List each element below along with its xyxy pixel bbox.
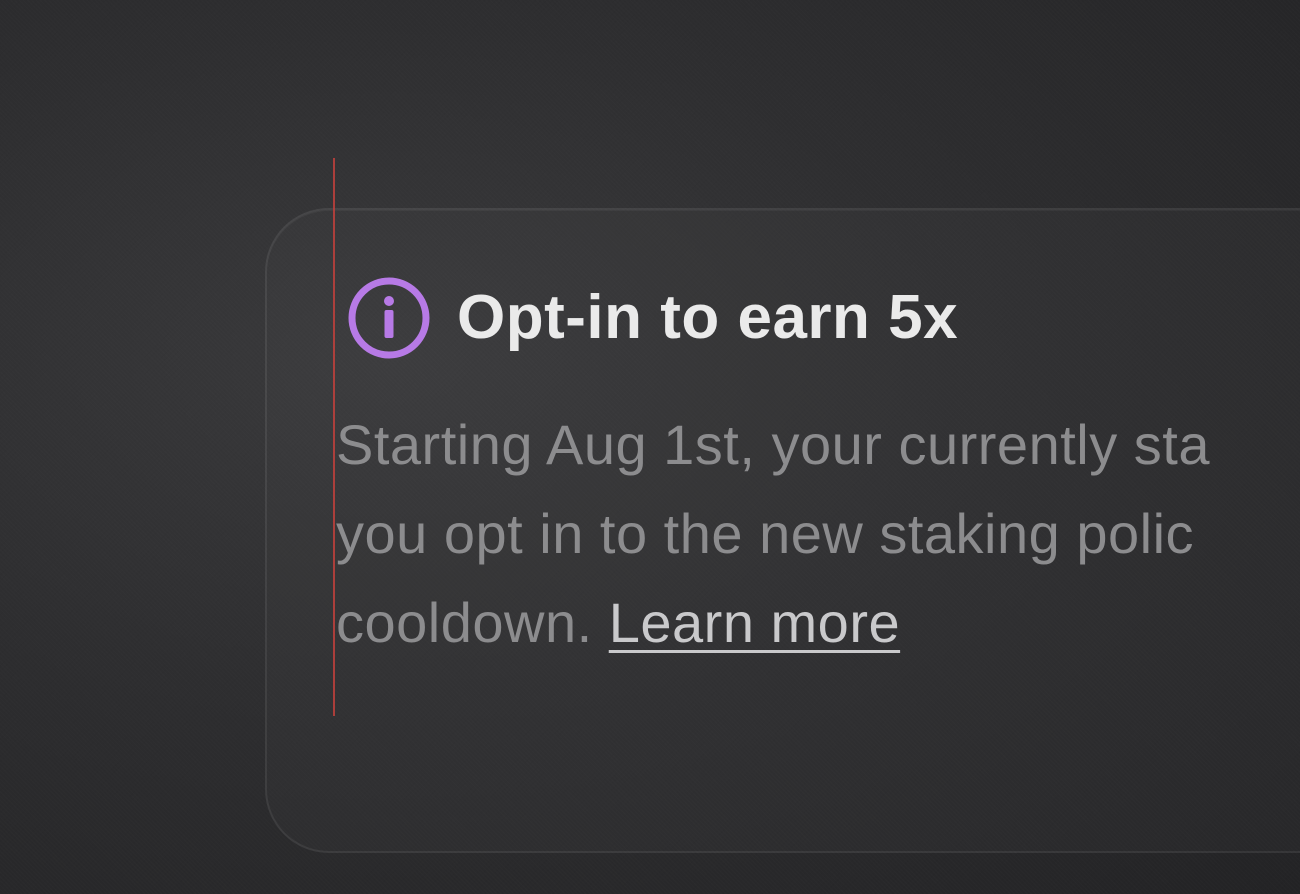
- info-icon: [348, 277, 430, 359]
- alignment-guide-line: [333, 158, 335, 716]
- notice-body-line-text: cooldown.: [336, 591, 593, 654]
- notice-body-line-last: cooldown. Learn more: [336, 578, 1300, 667]
- notice-body: Starting Aug 1st, your currently sta you…: [336, 400, 1300, 670]
- notice-title: Opt-in to earn 5x: [457, 283, 959, 352]
- learn-more-link[interactable]: Learn more: [609, 591, 900, 654]
- notice-body-line: Starting Aug 1st, your currently sta: [336, 413, 1210, 476]
- notice-body-line: you opt in to the new staking polic: [336, 502, 1195, 565]
- notice-header: Opt-in to earn 5x: [347, 275, 958, 361]
